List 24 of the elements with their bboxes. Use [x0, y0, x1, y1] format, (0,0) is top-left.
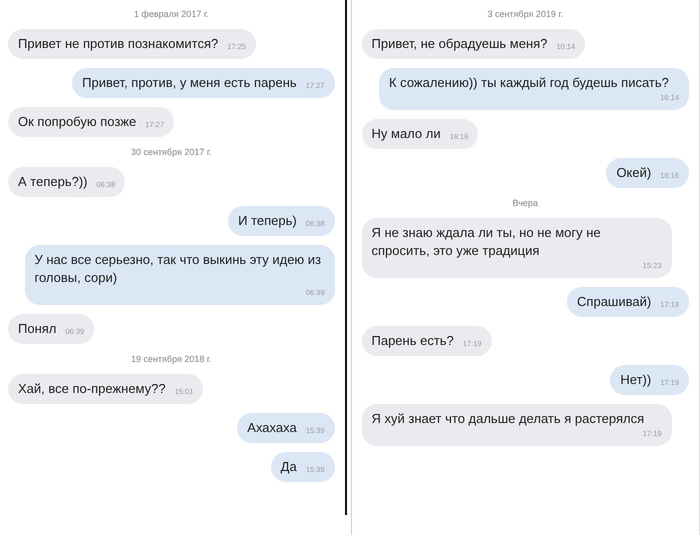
message-text: Ну мало ли — [372, 125, 441, 143]
date-separator: 3 сентября 2019 г. — [487, 8, 564, 20]
message-text: Привет не против познакомится? — [18, 35, 218, 53]
date-separator: 19 сентября 2018 г. — [130, 353, 212, 365]
message-text: Я не знаю ждала ли ты, но не могу не спросить, это уже традиция — [372, 224, 602, 260]
message-text: Окей) — [616, 164, 652, 182]
message-text: У нас все серьезно, так что выкинь эту идею из головы, сори) — [34, 251, 322, 287]
message-text: Привет, против, у меня есть парень — [82, 74, 297, 92]
message-text: А теперь?)) — [18, 173, 88, 191]
message-text: Понял — [18, 320, 56, 338]
message-text: Хай, все по-прежнему?? — [18, 380, 166, 398]
message-text: Да — [280, 458, 297, 476]
date-separator: 30 сентября 2017 г. — [130, 146, 212, 158]
message-text: Ок попробую позже — [18, 113, 136, 131]
message-text: Ахахаха — [247, 419, 297, 437]
message-text: Нет)) — [620, 371, 652, 389]
date-separator: 1 февраля 2017 г. — [134, 8, 209, 20]
message-text: Привет, не обрадуешь меня? — [372, 35, 548, 53]
date-separator: Вчера — [512, 197, 538, 209]
message-text: И теперь) — [238, 212, 297, 230]
message-text: Я хуй знает что дальше делать я растерялся — [372, 410, 646, 428]
message-text: Парень есть? — [372, 332, 454, 350]
message-text: К сожалению)) ты каждый год будешь писать? — [389, 74, 670, 92]
message-text: Спрашивай) — [577, 293, 652, 311]
